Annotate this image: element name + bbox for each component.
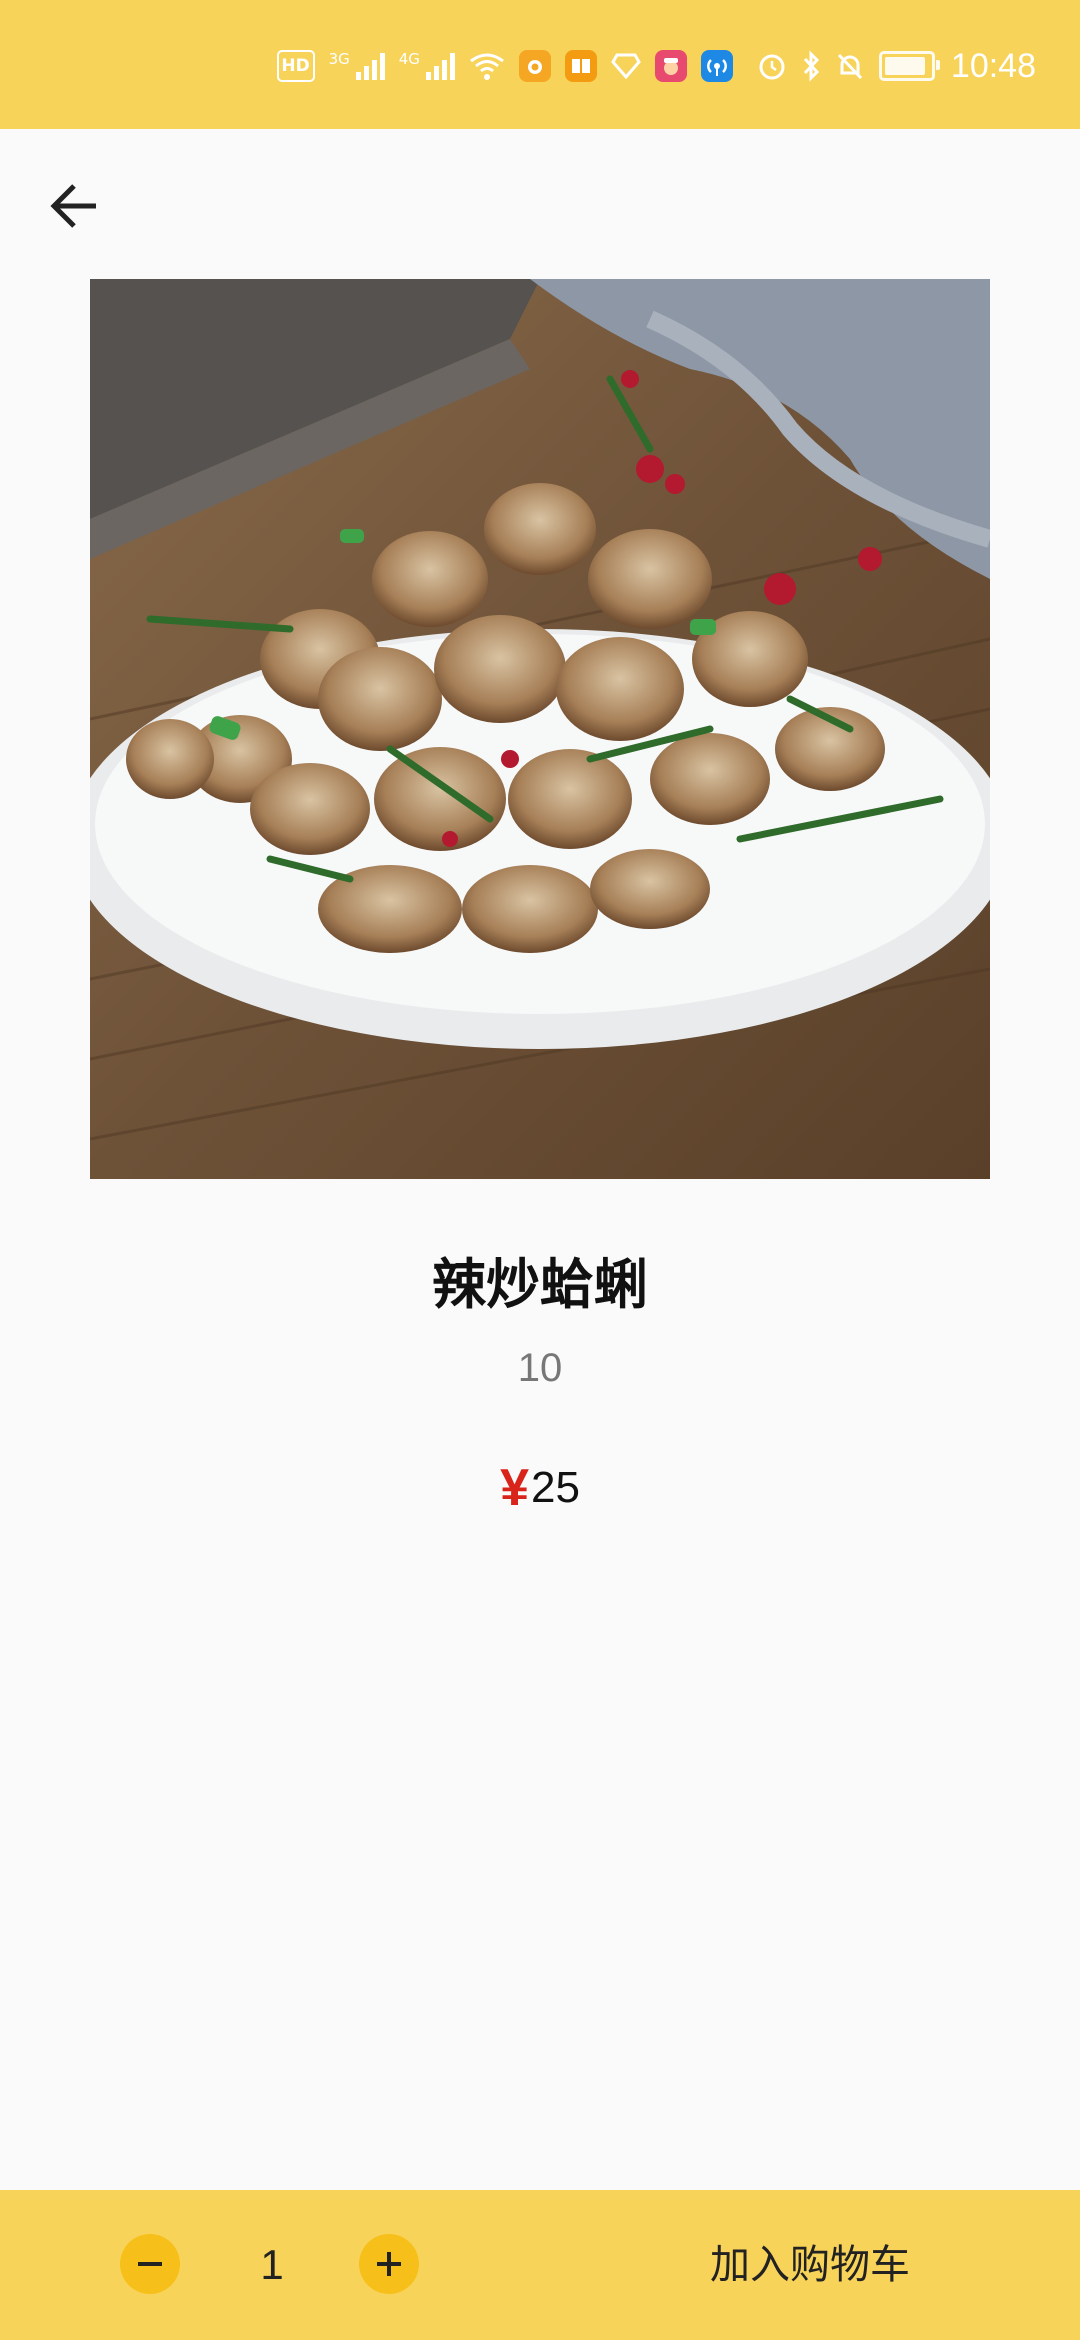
increase-quantity-button[interactable]: [359, 2234, 419, 2294]
status-clock: 10:48: [950, 46, 1036, 85]
mute-icon: [835, 51, 865, 81]
hd-icon: HD: [276, 50, 315, 82]
app-icon-diamond: [611, 52, 641, 80]
price-value: 25: [530, 1463, 580, 1512]
dish-photo-illustration: [90, 279, 990, 1179]
dish-name: 辣炒蛤蜊: [432, 1253, 648, 1316]
decrease-quantity-button[interactable]: [120, 2234, 180, 2294]
signal-4g-icon: [425, 52, 455, 80]
app-icon-reader: [564, 50, 597, 82]
minus-icon: [138, 2262, 162, 2266]
product-image: [90, 279, 990, 1179]
arrow-left-icon: [50, 184, 96, 228]
cart-bar: 1 加入购物车: [0, 2190, 1080, 2340]
wifi-icon: [469, 51, 505, 81]
status-bar: HD 3G 4G 10:48: [0, 0, 1080, 129]
product-detail-screen: HD 3G 4G 10:48 辣炒蛤蜊 10 ¥25 1 加入购物车: [0, 0, 1080, 2340]
add-to-cart-button[interactable]: 加入购物车: [690, 2234, 930, 2296]
app-icon-hotspot: [700, 50, 733, 82]
app-icon-pink: [654, 50, 687, 82]
plus-icon: [377, 2252, 401, 2276]
alarm-icon: [757, 51, 787, 81]
app-icon-orange: [518, 50, 551, 82]
signal-3g-icon: [355, 52, 385, 80]
sales-count: 10: [517, 1346, 563, 1390]
bluetooth-icon: [801, 50, 821, 82]
signal-4g-label: 4G: [398, 49, 420, 68]
status-icons: HD 3G 4G 10:48: [276, 46, 1036, 86]
currency-symbol: ¥: [500, 1459, 529, 1517]
signal-3g-label: 3G: [328, 49, 350, 68]
back-button[interactable]: [36, 168, 112, 244]
quantity-value: 1: [260, 2241, 284, 2288]
price-row: ¥25: [0, 1458, 1080, 1518]
battery-icon: [878, 51, 940, 81]
battery-fill: [884, 57, 925, 75]
